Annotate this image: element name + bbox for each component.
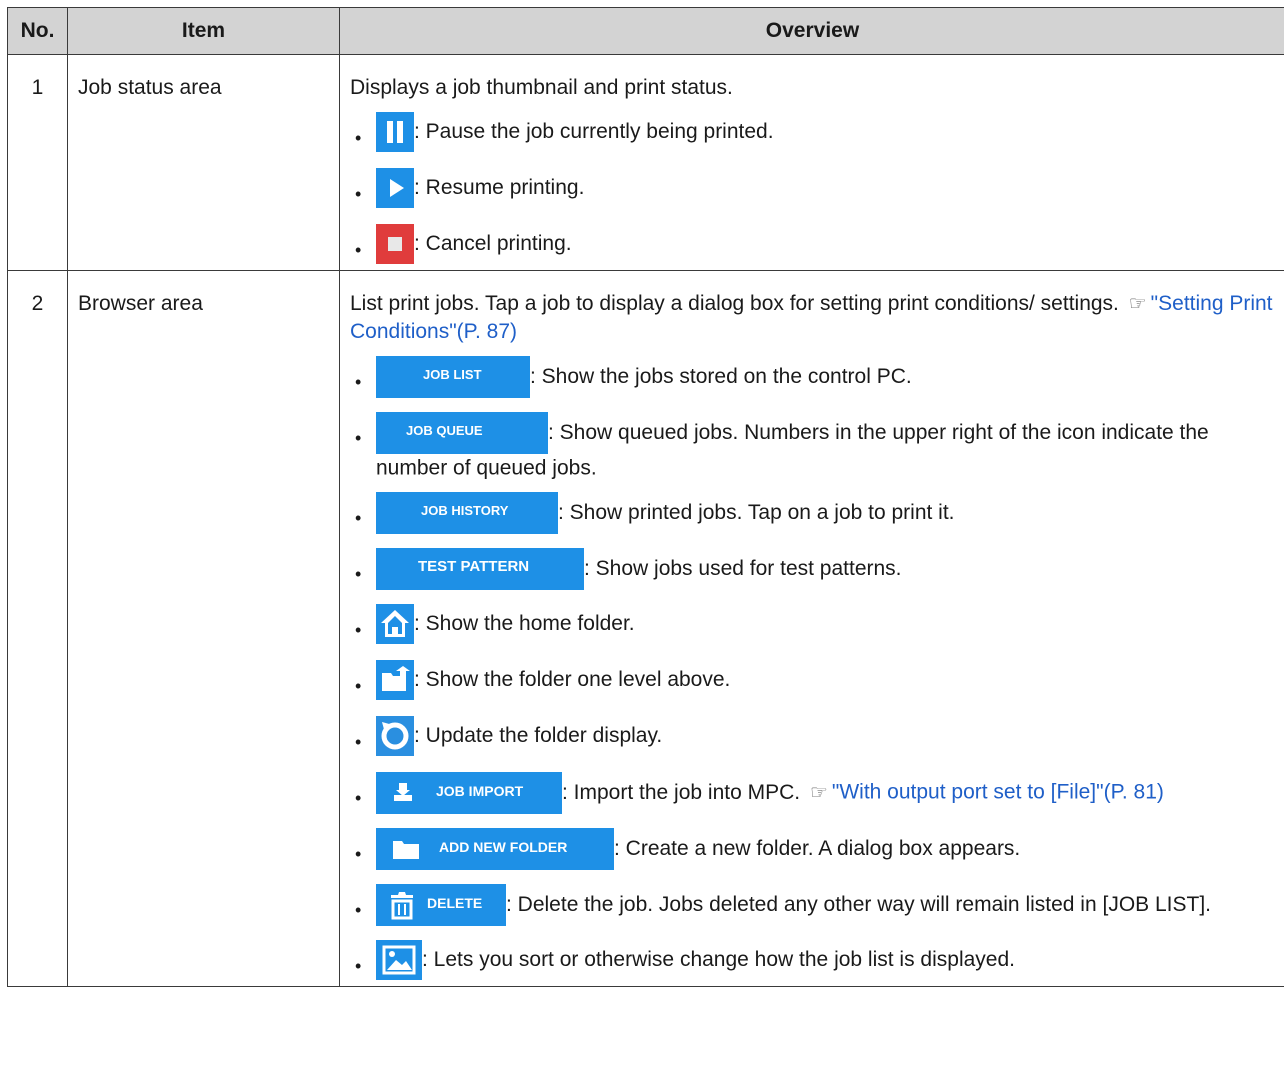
bullet-text: : Show the jobs stored on the control PC… [530, 365, 912, 388]
bullet-text: : Show the folder one level above. [414, 668, 731, 692]
list-item: ADD NEW FOLDER: Create a new folder. A d… [350, 828, 1275, 874]
folder-up-icon [376, 660, 414, 701]
refresh-icon [376, 716, 414, 757]
list-item: DELETE: Delete the job. Jobs deleted any… [350, 884, 1275, 930]
list-item: : Update the folder display. [350, 716, 1275, 762]
row-item: Job status area [67, 54, 340, 271]
job-list-button: JOB LIST [376, 356, 530, 398]
bullet-text: : Lets you sort or otherwise change how … [422, 948, 1015, 972]
bullet-text: : Update the folder display. [414, 724, 663, 748]
pause-icon [376, 112, 414, 152]
job-history-button: JOB HISTORY [376, 492, 558, 535]
play-icon [376, 168, 414, 208]
reference-link[interactable]: "With output port set to [File]"(P. 81) [832, 781, 1164, 804]
overview-text: List print jobs. Tap a job to display a … [350, 292, 1273, 343]
reference-hand-icon: ☞ [1128, 293, 1147, 315]
list-item: : Show the home folder. [350, 604, 1275, 650]
test-pattern-button: TEST PATTERN [376, 548, 584, 591]
list-item: : Show the folder one level above. [350, 660, 1275, 706]
reference-hand-icon: ☞ [809, 782, 828, 804]
list-item: JOB IMPORT: Import the job into MPC. ☞"W… [350, 772, 1275, 818]
image-view-icon [376, 940, 422, 981]
list-item: JOB HISTORY: Show printed jobs. Tap on a… [350, 492, 1275, 538]
bullet-text: : Create a new folder. A dialog box appe… [614, 837, 1021, 861]
row-number: 2 [7, 269, 68, 988]
bullet-text: : Import the job into MPC. [562, 781, 801, 805]
list-item: : Pause the job currently being printed. [350, 112, 1275, 158]
list-item: : Resume printing. [350, 168, 1275, 214]
bullet-text: : Delete the job. Jobs deleted any other… [506, 893, 1212, 917]
bullet-text: : Show jobs used for test patterns. [584, 557, 902, 581]
header-no: No. [7, 7, 68, 55]
list-item: JOB QUEUE: Show queued jobs. Numbers in … [350, 412, 1275, 482]
bullet-text: : Cancel printing. [414, 232, 572, 255]
bullet-list: JOB LIST: Show the jobs stored on the co… [350, 356, 1275, 986]
table-header-row: No. Item Overview [7, 7, 1284, 55]
row-overview: List print jobs. Tap a job to display a … [339, 269, 1284, 988]
row-overview: Displays a job thumbnail and print statu… [339, 54, 1284, 271]
delete-button: DELETE [376, 884, 506, 927]
table-row: 2 Browser area List print jobs. Tap a jo… [7, 269, 1284, 988]
add-new-folder-button: ADD NEW FOLDER [376, 828, 614, 871]
bullet-list: : Pause the job currently being printed.… [350, 112, 1275, 270]
row-number: 1 [7, 54, 68, 271]
table-row: 1 Job status area Displays a job thumbna… [7, 54, 1284, 271]
job-queue-button: JOB QUEUE [376, 412, 548, 454]
bullet-text: : Resume printing. [414, 176, 585, 199]
stop-icon [376, 224, 414, 264]
bullet-text: : Show the home folder. [414, 612, 635, 636]
list-item: JOB LIST: Show the jobs stored on the co… [350, 356, 1275, 402]
row-item: Browser area [67, 269, 340, 988]
list-item: : Lets you sort or otherwise change how … [350, 940, 1275, 986]
job-import-button: JOB IMPORT [376, 772, 562, 815]
header-item: Item [67, 7, 340, 55]
overview-table: No. Item Overview 1 Job status area Disp… [7, 7, 1284, 988]
list-item: TEST PATTERN: Show jobs used for test pa… [350, 548, 1275, 594]
overview-text: Displays a job thumbnail and print statu… [350, 76, 733, 99]
bullet-text: : Show printed jobs. Tap on a job to pri… [558, 501, 955, 525]
list-item: : Cancel printing. [350, 224, 1275, 270]
bullet-text: : Pause the job currently being printed. [414, 120, 774, 143]
header-overview: Overview [339, 7, 1284, 55]
home-icon [376, 604, 414, 645]
